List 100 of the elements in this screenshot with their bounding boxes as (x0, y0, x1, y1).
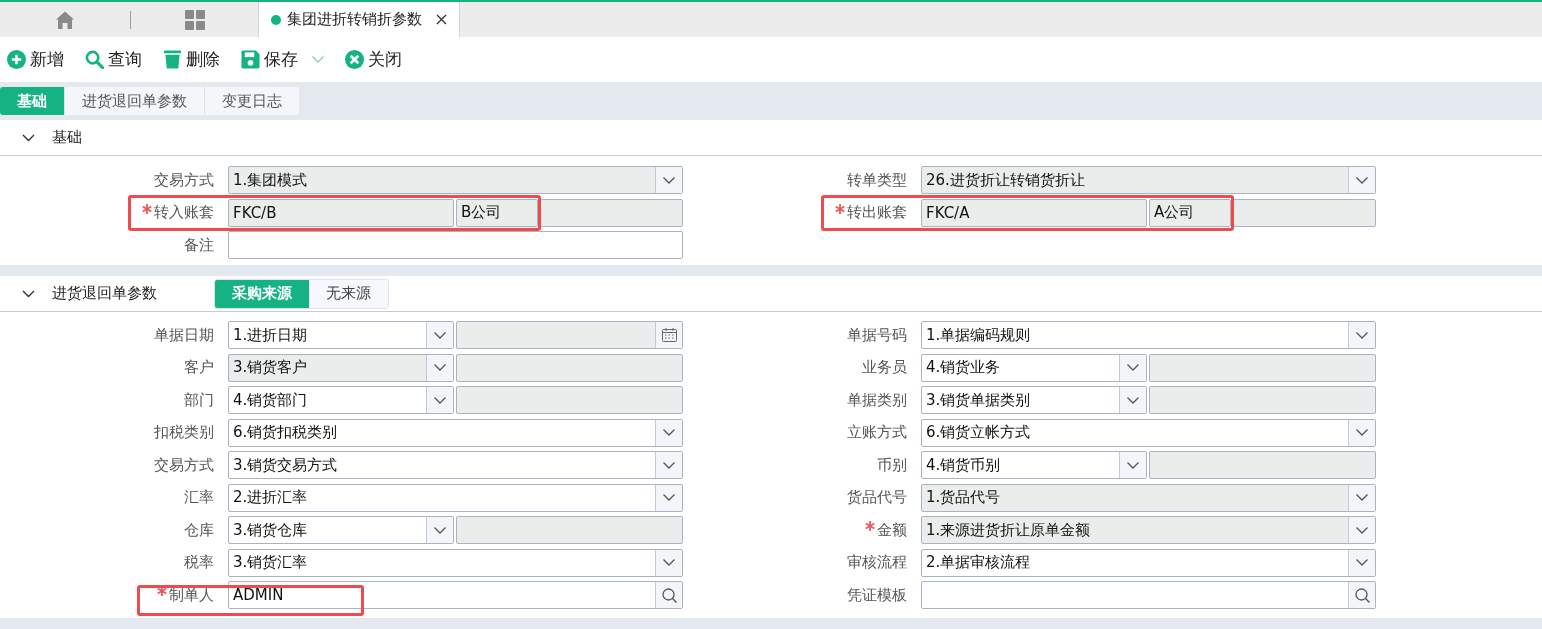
field-label: 转单类型 (847, 170, 907, 190)
plus-circle-icon (7, 50, 26, 69)
dropdown-button[interactable] (1348, 419, 1375, 446)
calendar-button[interactable] (655, 322, 682, 348)
save-button[interactable]: 保存 (241, 48, 324, 71)
field-label: 转出账套 (847, 203, 907, 222)
dropdown[interactable]: 3.销货汇率 (228, 548, 683, 577)
field-label: 仓库 (184, 520, 214, 540)
input-field[interactable]: A公司 (1149, 198, 1231, 227)
field-label: 备注 (184, 235, 214, 255)
input-field[interactable] (228, 231, 683, 259)
caret-icon (663, 176, 675, 184)
field-label: 货品代号 (847, 488, 907, 507)
field-label: 交易方式 (154, 170, 214, 190)
input-field[interactable] (1149, 386, 1376, 414)
dropdown-button[interactable] (655, 452, 682, 478)
trash-icon (163, 50, 182, 69)
input-field[interactable] (456, 386, 683, 414)
dropdown-button[interactable] (655, 419, 682, 446)
field-label: 转入账套 (154, 203, 214, 222)
dropdown-button[interactable] (655, 549, 682, 576)
dropdown-button[interactable] (1348, 517, 1375, 543)
dropdown[interactable]: 1.集团模式 (228, 166, 683, 194)
dropdown-button[interactable] (655, 167, 682, 193)
field-label: 汇率 (184, 488, 214, 507)
dropdown[interactable]: 4.销货业务 (921, 353, 1147, 382)
input-field[interactable]: FKC/B (228, 198, 454, 227)
field-label: 单据号码 (847, 325, 907, 345)
delete-button[interactable]: 删除 (163, 48, 220, 71)
caret-icon (1356, 526, 1368, 534)
field-label: 扣税类别 (154, 423, 214, 442)
segment-button[interactable]: 无来源 (309, 279, 388, 308)
dropdown[interactable]: 1.单据编码规则 (921, 321, 1376, 349)
input-field[interactable]: FKC/A (921, 198, 1147, 227)
dropdown[interactable]: 1.货品代号 (921, 483, 1376, 512)
page-tab[interactable]: 变更日志 (204, 87, 299, 115)
input-field[interactable] (1233, 198, 1376, 227)
caret-icon[interactable] (312, 56, 324, 63)
input-field[interactable] (456, 353, 683, 382)
dropdown[interactable]: 2.单据审核流程 (921, 548, 1376, 577)
caret-icon (434, 364, 446, 371)
search-icon (661, 587, 677, 603)
input-field[interactable] (540, 198, 683, 227)
field-label: 审核流程 (847, 553, 907, 572)
dropdown-button[interactable] (655, 484, 682, 511)
section-title: 基础 (52, 128, 82, 147)
search-icon (85, 50, 104, 69)
dropdown-button[interactable] (1348, 322, 1375, 348)
lookup-field[interactable] (921, 581, 1376, 609)
field-label: 制单人 (169, 585, 214, 605)
field-label: 单据日期 (154, 325, 214, 345)
close-button[interactable]: 关闭 (345, 48, 402, 71)
field-label: 币别 (877, 455, 907, 475)
caret-icon (434, 526, 446, 534)
caret-icon (434, 331, 446, 339)
dropdown-button[interactable] (426, 322, 453, 348)
search-button[interactable] (655, 582, 682, 608)
caret-icon (1127, 364, 1139, 371)
dot-icon (271, 14, 281, 25)
dropdown[interactable]: 1.进折日期 (228, 321, 454, 349)
document-tab[interactable]: 集团进折转销折参数 (258, 2, 460, 37)
dropdown[interactable]: 3.销货客户 (228, 353, 454, 382)
field-label: 业务员 (862, 358, 907, 377)
close-icon[interactable] (436, 14, 447, 25)
dropdown[interactable]: 3.销货单据类别 (921, 386, 1147, 414)
dropdown-button[interactable] (1348, 549, 1375, 576)
dropdown-button[interactable] (426, 387, 453, 413)
dropdown[interactable]: 4.销货部门 (228, 386, 454, 414)
caret-icon (663, 461, 675, 469)
dropdown[interactable]: 2.进折汇率 (228, 483, 683, 512)
input-field[interactable] (456, 516, 683, 544)
lookup-field[interactable]: ADMIN (228, 581, 683, 609)
dropdown[interactable]: 6.销货立帐方式 (921, 418, 1376, 447)
home-icon[interactable] (55, 9, 75, 30)
search-button[interactable] (1348, 582, 1375, 608)
input-field[interactable]: B公司 (456, 198, 538, 227)
dropdown-button[interactable] (1348, 484, 1375, 511)
search-button[interactable]: 查询 (85, 48, 142, 71)
grid-icon[interactable] (184, 9, 205, 30)
dropdown[interactable]: 6.销货扣税类别 (228, 418, 683, 447)
dropdown[interactable]: 1.来源进货折让原单金额 (921, 516, 1376, 544)
dropdown[interactable]: 4.销货币别 (921, 451, 1147, 479)
dropdown[interactable]: 3.销货交易方式 (228, 451, 683, 479)
date-field[interactable] (456, 321, 683, 349)
caret-icon (1356, 494, 1368, 501)
dropdown-button[interactable] (1119, 354, 1146, 381)
dropdown-button[interactable] (426, 354, 453, 381)
input-field[interactable] (1149, 451, 1376, 479)
dropdown-button[interactable] (1119, 387, 1146, 413)
add-button[interactable]: 新增 (7, 48, 64, 71)
input-field[interactable] (1149, 353, 1376, 382)
caret-icon (1356, 559, 1368, 566)
dropdown-button[interactable] (426, 517, 453, 543)
field-label: 部门 (184, 390, 214, 410)
dropdown[interactable]: 3.销货仓库 (228, 516, 454, 544)
dropdown[interactable]: 26.进货折让转销货折让 (921, 166, 1376, 194)
field-label: 金额 (877, 520, 907, 540)
caret-icon (1356, 176, 1368, 184)
dropdown-button[interactable] (1348, 167, 1375, 193)
dropdown-button[interactable] (1119, 452, 1146, 478)
